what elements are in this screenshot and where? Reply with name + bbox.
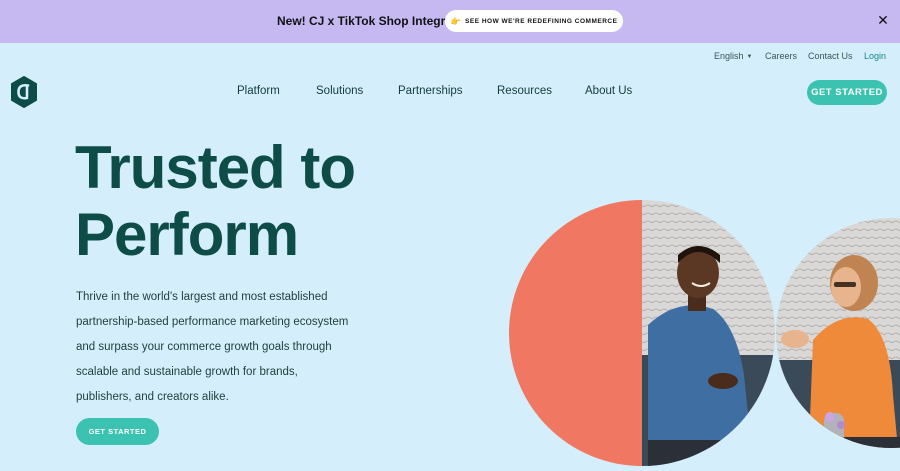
hero-title-line1: Trusted to [75, 134, 356, 201]
caret-down-icon: ▼ [746, 54, 753, 60]
pointing-hand-icon: 👉 [450, 16, 462, 26]
hero-title: Trusted to Perform [75, 134, 455, 268]
header-get-started-button[interactable]: GET STARTED [807, 80, 887, 105]
careers-link[interactable]: Careers [765, 51, 797, 61]
photo-woman [776, 218, 900, 448]
nav-partnerships[interactable]: Partnerships [398, 85, 463, 97]
hero-get-started-button[interactable]: GET STARTED [76, 418, 159, 445]
hero-title-line2: Perform [75, 201, 299, 268]
close-icon[interactable]: ✕ [875, 12, 891, 30]
language-label: English [714, 51, 744, 61]
nav-solutions[interactable]: Solutions [316, 85, 363, 97]
login-link[interactable]: Login [864, 51, 886, 61]
nav-platform[interactable]: Platform [237, 85, 280, 97]
language-selector[interactable]: English ▼ [714, 51, 752, 61]
hero-image [509, 200, 900, 466]
cj-logo[interactable] [9, 75, 39, 109]
banner-cta-button[interactable]: 👉 SEE HOW WE'RE REDEFINING COMMERCE [445, 10, 623, 32]
announcement-banner: New! CJ x TikTok Shop Integration 👉 SEE … [0, 0, 900, 43]
hero-description: Thrive in the world's largest and most e… [76, 291, 349, 403]
nav-about-us[interactable]: About Us [585, 85, 632, 97]
contact-link[interactable]: Contact Us [808, 51, 853, 61]
nav-resources[interactable]: Resources [497, 85, 552, 97]
banner-cta-label: SEE HOW WE'RE REDEFINING COMMERCE [465, 17, 618, 25]
